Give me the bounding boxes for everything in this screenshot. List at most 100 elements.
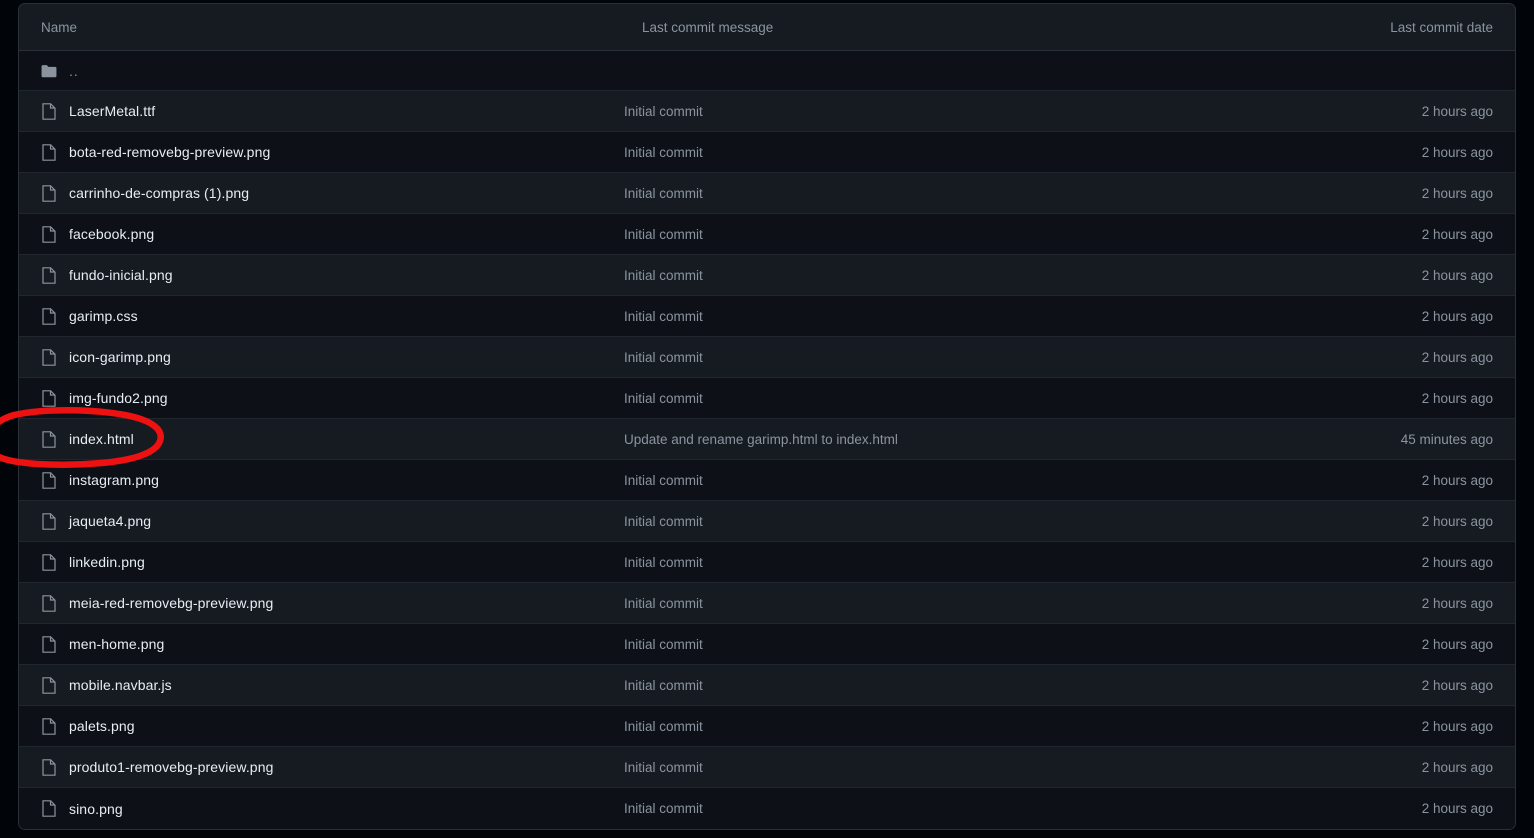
cell-name: img-fundo2.png: [19, 389, 624, 407]
file-name-link[interactable]: carrinho-de-compras (1).png: [69, 185, 249, 201]
folder-icon: [41, 62, 57, 80]
file-name-link[interactable]: img-fundo2.png: [69, 390, 168, 406]
column-header-message[interactable]: Last commit message: [642, 20, 773, 35]
table-row[interactable]: img-fundo2.png Initial commit 2 hours ago: [19, 378, 1515, 419]
table-row[interactable]: fundo-inicial.png Initial commit 2 hours a…: [19, 255, 1515, 296]
cell-commit-date: 2 hours ago: [1421, 349, 1493, 365]
file-name-link[interactable]: produto1-removebg-preview.png: [69, 759, 273, 775]
cell-commit-date: 2 hours ago: [1421, 185, 1493, 201]
table-row[interactable]: carrinho-de-compras (1).png Initial commi…: [19, 173, 1515, 214]
column-header-name[interactable]: Name: [19, 20, 77, 35]
cell-commit-message[interactable]: Initial commit: [624, 637, 1406, 652]
table-row[interactable]: garimp.css Initial commit 2 hours ago: [19, 296, 1515, 337]
cell-name: jaqueta4.png: [19, 512, 624, 530]
cell-commit-message[interactable]: Initial commit: [624, 514, 1406, 529]
file-name-link[interactable]: facebook.png: [69, 226, 154, 242]
file-name-link[interactable]: jaqueta4.png: [69, 513, 151, 529]
cell-commit-message[interactable]: Update and rename garimp.html to index.h…: [624, 432, 1385, 447]
file-name-link[interactable]: garimp.css: [69, 308, 138, 324]
table-row[interactable]: icon-garimp.png Initial commit 2 hours ago: [19, 337, 1515, 378]
file-name-link[interactable]: LaserMetal.ttf: [69, 103, 155, 119]
cell-name: meia-red-removebg-preview.png: [19, 594, 624, 612]
cell-name: garimp.css: [19, 307, 624, 325]
cell-commit-date: 2 hours ago: [1421, 472, 1493, 488]
file-name-link[interactable]: bota-red-removebg-preview.png: [69, 144, 270, 160]
cell-commit-message[interactable]: Initial commit: [624, 760, 1406, 775]
file-name-link[interactable]: index.html: [69, 431, 134, 447]
file-name-link[interactable]: fundo-inicial.png: [69, 267, 173, 283]
cell-name: linkedin.png: [19, 553, 624, 571]
file-name-link[interactable]: icon-garimp.png: [69, 349, 171, 365]
cell-name: icon-garimp.png: [19, 348, 624, 366]
table-row[interactable]: mobile.navbar.js Initial commit 2 hours ag…: [19, 665, 1515, 706]
file-icon: [41, 800, 57, 818]
cell-name: bota-red-removebg-preview.png: [19, 143, 624, 161]
cell-commit-message[interactable]: Initial commit: [624, 268, 1406, 283]
table-row[interactable]: LaserMetal.ttf Initial commit 2 hours ago: [19, 91, 1515, 132]
file-icon: [41, 348, 57, 366]
cell-commit-date: 2 hours ago: [1421, 801, 1493, 816]
table-row[interactable]: jaqueta4.png Initial commit 2 hours ago: [19, 501, 1515, 542]
table-row[interactable]: instagram.png Initial commit 2 hours ago: [19, 460, 1515, 501]
table-row[interactable]: linkedin.png Initial commit 2 hours ago: [19, 542, 1515, 583]
cell-commit-message[interactable]: Initial commit: [624, 186, 1406, 201]
file-icon: [41, 676, 57, 694]
cell-commit-date: 2 hours ago: [1421, 718, 1493, 734]
column-header-date[interactable]: Last commit date: [1390, 20, 1515, 35]
file-name-link[interactable]: sino.png: [69, 801, 123, 817]
cell-commit-message[interactable]: Initial commit: [624, 596, 1406, 611]
table-row[interactable]: facebook.png Initial commit 2 hours ago: [19, 214, 1515, 255]
cell-name: men-home.png: [19, 635, 624, 653]
cell-commit-date: 2 hours ago: [1421, 513, 1493, 529]
table-row[interactable]: bota-red-removebg-preview.png Initial com…: [19, 132, 1515, 173]
cell-commit-date: 2 hours ago: [1421, 759, 1493, 775]
cell-name: instagram.png: [19, 471, 624, 489]
cell-commit-message[interactable]: Initial commit: [624, 350, 1406, 365]
file-rows-container: .. LaserMetal.ttf Initial commit 2 hours ag…: [19, 51, 1515, 829]
cell-name: LaserMetal.ttf: [19, 102, 624, 120]
cell-commit-message[interactable]: Initial commit: [624, 719, 1406, 734]
cell-name: produto1-removebg-preview.png: [19, 758, 624, 776]
cell-name: facebook.png: [19, 225, 624, 243]
file-icon: [41, 225, 57, 243]
cell-commit-date: 2 hours ago: [1421, 267, 1493, 283]
cell-commit-message[interactable]: Initial commit: [624, 801, 1406, 816]
cell-commit-message[interactable]: Initial commit: [624, 227, 1406, 242]
file-icon: [41, 143, 57, 161]
cell-commit-date: 2 hours ago: [1421, 308, 1493, 324]
file-name-link[interactable]: palets.png: [69, 718, 135, 734]
file-name-link[interactable]: mobile.navbar.js: [69, 677, 172, 693]
cell-commit-message[interactable]: Initial commit: [624, 678, 1406, 693]
table-row[interactable]: meia-red-removebg-preview.png Initial com…: [19, 583, 1515, 624]
file-icon: [41, 266, 57, 284]
file-icon: [41, 594, 57, 612]
cell-commit-message[interactable]: Initial commit: [624, 145, 1406, 160]
file-icon: [41, 512, 57, 530]
file-icon: [41, 717, 57, 735]
cell-commit-message[interactable]: Initial commit: [624, 555, 1406, 570]
parent-directory-row[interactable]: ..: [19, 51, 1515, 91]
screenshot-stage: Name Last commit message Last commit dat…: [0, 0, 1534, 838]
table-row[interactable]: men-home.png Initial commit 2 hours ago: [19, 624, 1515, 665]
cell-commit-date: 2 hours ago: [1421, 144, 1493, 160]
cell-commit-message[interactable]: Initial commit: [624, 473, 1406, 488]
file-name-link[interactable]: instagram.png: [69, 472, 159, 488]
table-row[interactable]: produto1-removebg-preview.png Initial com…: [19, 747, 1515, 788]
cell-name: mobile.navbar.js: [19, 676, 624, 694]
file-icon: [41, 430, 57, 448]
cell-commit-date: 2 hours ago: [1421, 677, 1493, 693]
cell-name: sino.png: [19, 800, 624, 818]
parent-directory-label[interactable]: ..: [69, 63, 79, 79]
cell-commit-date: 2 hours ago: [1421, 595, 1493, 611]
cell-commit-message[interactable]: Initial commit: [624, 391, 1406, 406]
file-name-link[interactable]: linkedin.png: [69, 554, 145, 570]
cell-commit-message[interactable]: Initial commit: [624, 104, 1406, 119]
cell-commit-message[interactable]: Initial commit: [624, 309, 1406, 324]
file-icon: [41, 471, 57, 489]
table-row[interactable]: palets.png Initial commit 2 hours ago: [19, 706, 1515, 747]
table-row[interactable]: sino.png Initial commit 2 hours ago: [19, 788, 1515, 829]
file-icon: [41, 758, 57, 776]
file-name-link[interactable]: men-home.png: [69, 636, 164, 652]
file-name-link[interactable]: meia-red-removebg-preview.png: [69, 595, 273, 611]
table-row[interactable]: index.html Update and rename garimp.html …: [19, 419, 1515, 460]
